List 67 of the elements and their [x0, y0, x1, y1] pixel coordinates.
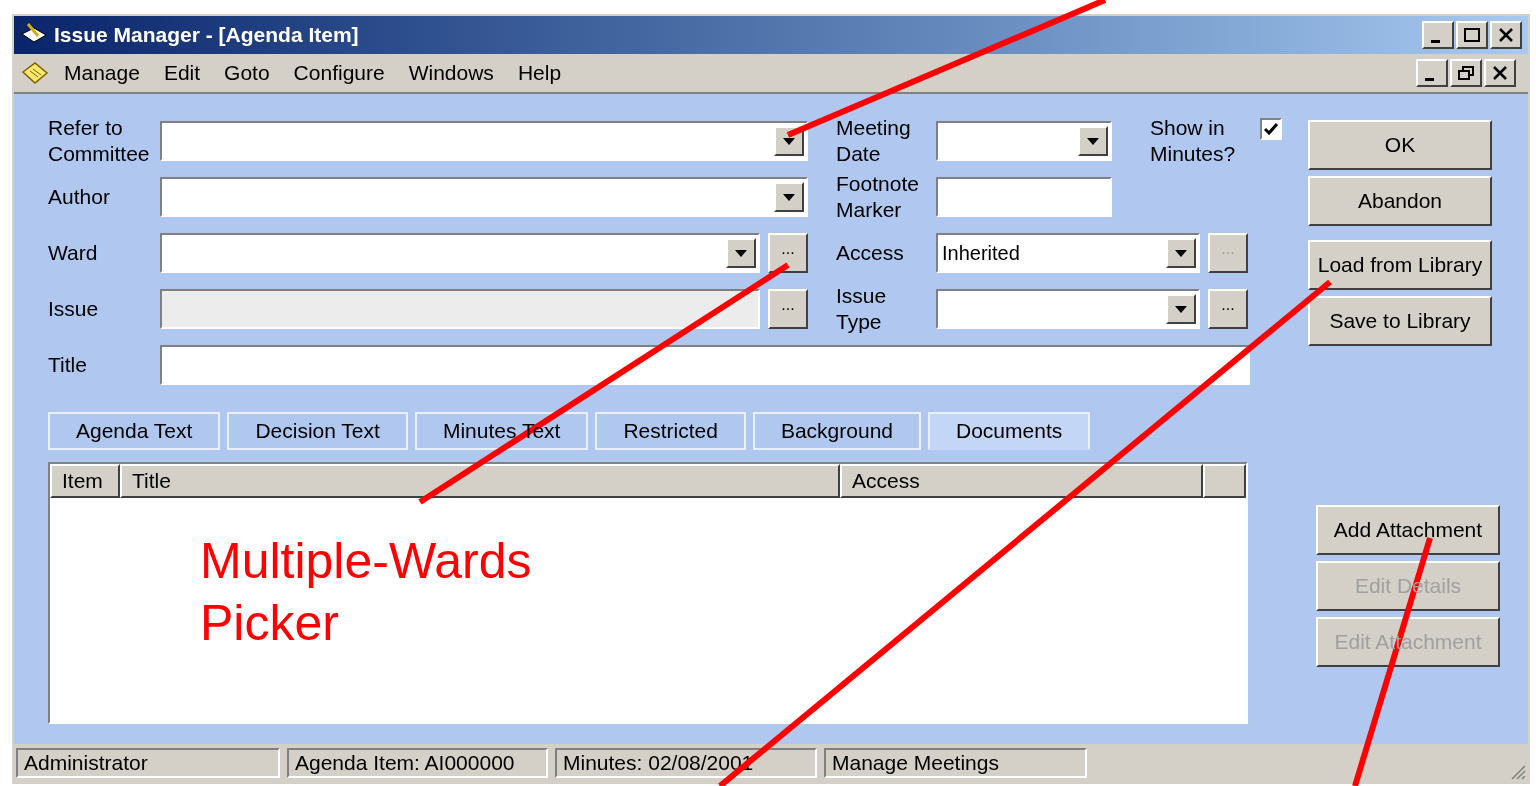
- restore-button[interactable]: [1450, 59, 1482, 87]
- minimize-button[interactable]: [1416, 59, 1448, 87]
- maximize-button[interactable]: [1456, 21, 1488, 49]
- menu-item[interactable]: Manage: [64, 57, 140, 89]
- dropdown-button[interactable]: [1166, 294, 1196, 324]
- menu-item[interactable]: Configure: [293, 57, 385, 89]
- field-label: Issue: [48, 296, 100, 322]
- dropdown-button[interactable]: [774, 182, 804, 212]
- field-label: Issue Type: [836, 283, 888, 335]
- action-button[interactable]: Abandon: [1308, 176, 1492, 226]
- window-title: Issue Manager - [Agenda Item]: [54, 22, 359, 49]
- menu-item[interactable]: Goto: [224, 57, 270, 89]
- minimize-icon: [1424, 77, 1434, 81]
- field-label: Meeting Date: [836, 115, 912, 167]
- combo-box[interactable]: [936, 121, 1112, 161]
- column-header[interactable]: Access: [840, 464, 1203, 498]
- menu-item[interactable]: Help: [517, 57, 562, 89]
- close-button[interactable]: [1490, 21, 1522, 49]
- action-button[interactable]: OK: [1308, 120, 1492, 170]
- close-icon: [1491, 65, 1509, 81]
- checkbox[interactable]: [1260, 118, 1282, 140]
- field-value: Inherited: [941, 241, 1020, 266]
- tab[interactable]: Background: [752, 412, 921, 450]
- text-field[interactable]: [160, 345, 1250, 385]
- text-field[interactable]: [936, 177, 1112, 217]
- field-label: Ward: [48, 240, 99, 266]
- notepad-icon: [20, 60, 50, 86]
- menu-item[interactable]: Edit: [163, 57, 201, 89]
- annotation-text: Multiple-Wards Picker: [200, 532, 533, 653]
- combo-box[interactable]: Inherited: [936, 233, 1200, 273]
- menu-item[interactable]: Windows: [408, 57, 494, 89]
- maximize-icon: [1463, 27, 1481, 43]
- caret-icon: [783, 193, 795, 201]
- action-button[interactable]: Save to Library: [1308, 296, 1492, 346]
- action-button[interactable]: Add Attachment: [1316, 505, 1500, 555]
- caret-icon: [1175, 305, 1187, 313]
- tab[interactable]: Restricted: [595, 412, 746, 450]
- field-label: Footnote Marker: [836, 171, 920, 223]
- status-panel: Administrator: [16, 748, 280, 778]
- close-icon: [1497, 27, 1515, 43]
- tab[interactable]: Decision Text: [227, 412, 408, 450]
- dropdown-button[interactable]: [726, 238, 756, 268]
- restore-icon: [1457, 65, 1475, 81]
- minimize-icon: [1430, 39, 1440, 43]
- picker-button[interactable]: ...: [768, 233, 808, 273]
- minimize-button[interactable]: [1422, 21, 1454, 49]
- caret-icon: [1087, 137, 1099, 145]
- field-label: Access: [836, 240, 905, 266]
- field-label: Author: [48, 184, 111, 210]
- field-label: Title: [48, 352, 88, 378]
- tab[interactable]: Agenda Text: [48, 412, 221, 450]
- tab[interactable]: Documents: [928, 412, 1091, 450]
- status-panel: Agenda Item: AI000000: [287, 748, 548, 778]
- field-label: Refer to Committee: [48, 115, 151, 167]
- dropdown-button[interactable]: [1166, 238, 1196, 268]
- action-button[interactable]: Load from Library: [1308, 240, 1492, 290]
- status-panel: Manage Meetings: [824, 748, 1087, 778]
- picker-button[interactable]: ...: [1208, 289, 1248, 329]
- close-button[interactable]: [1484, 59, 1516, 87]
- field-label: Show in Minutes?: [1150, 115, 1237, 167]
- caret-icon: [783, 137, 795, 145]
- check-icon: [1264, 123, 1278, 135]
- caret-icon: [735, 249, 747, 257]
- column-header[interactable]: Title: [120, 464, 840, 498]
- caret-icon: [1175, 249, 1187, 257]
- dropdown-button[interactable]: [1078, 126, 1108, 156]
- column-header[interactable]: Item: [50, 464, 120, 498]
